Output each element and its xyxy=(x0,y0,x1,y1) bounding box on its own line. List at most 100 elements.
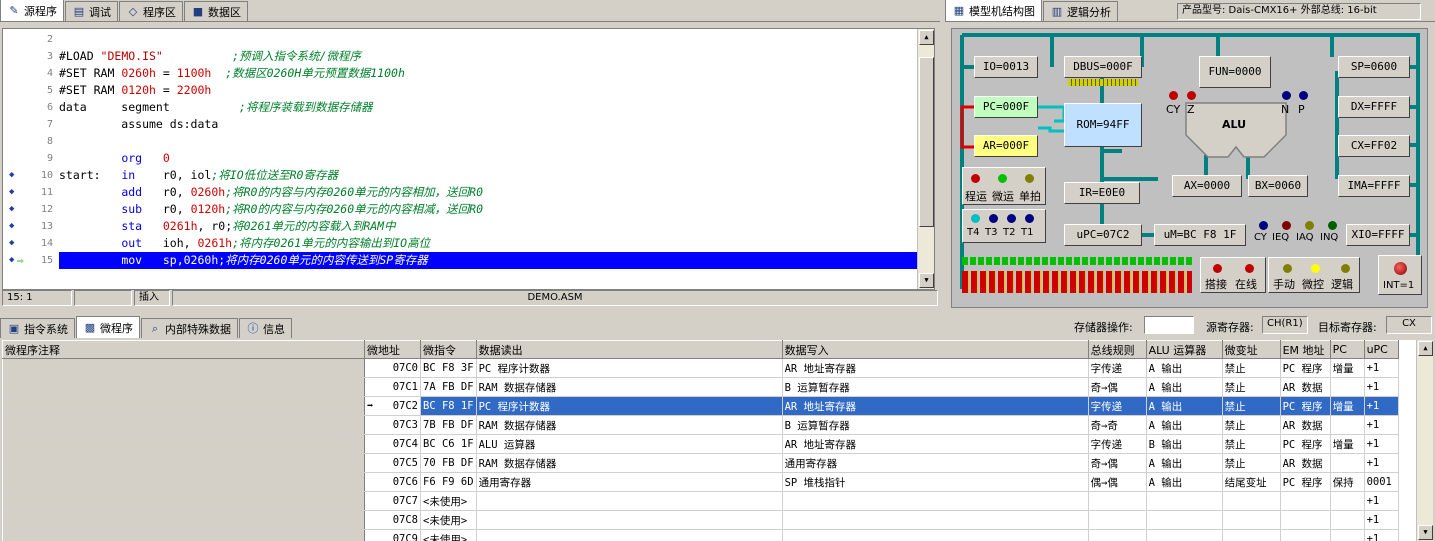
table-row[interactable]: 07C8 <未使用> +1 xyxy=(2,510,1399,530)
tab-program-area[interactable]: ◇ 程序区 xyxy=(119,1,183,21)
table-cell: 禁止 xyxy=(1222,434,1281,454)
table-row[interactable]: 07C9 <未使用> +1 xyxy=(2,529,1399,541)
reg-pc: PC=000F xyxy=(974,96,1038,118)
tab-instruction-set[interactable]: ▣ 指令系统 xyxy=(0,318,75,338)
scroll-up-icon[interactable]: ▲ xyxy=(919,30,934,45)
tab-source[interactable]: ✎ 源程序 xyxy=(0,0,64,21)
tab-model-diagram[interactable]: ▦ 模型机结构图 xyxy=(945,0,1042,21)
reg-cx: CX=FF02 xyxy=(1338,135,1410,157)
editor-scrollbar[interactable]: ▲ ▼ xyxy=(917,29,934,289)
tab-debug[interactable]: ▤ 调试 xyxy=(65,1,118,21)
table-cell: A 输出 xyxy=(1146,415,1223,435)
table-cell xyxy=(1330,491,1365,511)
code-line[interactable]: 13 ◆ sta 0261h, r0;将0261单元的内容载入到RAM中 xyxy=(3,218,919,235)
table-cell: F6 F9 6D xyxy=(420,472,477,492)
table-row[interactable]: 07C7 <未使用> +1 xyxy=(2,491,1399,511)
table-row[interactable]: 07C0 BC F8 3F PC 程序计数器 AR 地址寄存器 字传递 A 输出 禁止 PC … xyxy=(2,358,1399,378)
code-line[interactable]: 11 ◆ add r0, 0260h;将R0的内容与内存0260单元的内容相加，送… xyxy=(3,184,919,201)
code-line[interactable]: 7 assume ds:data xyxy=(3,116,919,133)
column-header[interactable]: uPC xyxy=(1363,340,1399,359)
table-row[interactable]: 07C5 70 FB DF RAM 数据存储器 通用寄存器 奇→偶 A 输出 禁止 AR 数据… xyxy=(2,453,1399,473)
code-line[interactable]: 8 xyxy=(3,133,919,150)
table-row[interactable]: 07C1 7A FB DF RAM 数据存储器 B 运算暂存器 奇→偶 A 输出 禁止 AR … xyxy=(2,377,1399,397)
column-header[interactable]: PC xyxy=(1329,340,1365,359)
code-line[interactable]: 12 ◆ sub r0, 0120h;将R0的内容与内存0260单元的内容相减，送… xyxy=(3,201,919,218)
table-row[interactable]: 07C6 F6 F9 6D 通用寄存器 SP 堆栈指针 偶→偶 A 输出 结尾变址 PC 程序… xyxy=(2,472,1399,492)
code-line[interactable]: 14 ◆ out ioh, 0261h;将内存0261单元的内容输出到IO高位 xyxy=(3,235,919,252)
table-cell xyxy=(476,510,783,530)
table-scroll-up-icon[interactable]: ▲ xyxy=(1418,341,1433,356)
tab-logic-analyzer[interactable]: ▥ 逻辑分析 xyxy=(1043,1,1118,21)
tab-label: 程序区 xyxy=(143,5,176,19)
tab-microprogram[interactable]: ▩ 微程序 xyxy=(76,316,140,338)
reg-bx: BX=0060 xyxy=(1248,175,1308,197)
code-line[interactable]: 10 ◆ start: in r0, iol;将IO低位送至R0寄存器 xyxy=(3,167,919,184)
code-text: #SET RAM 0260h = 1100h ;数据区0260H单元预置数据11… xyxy=(59,65,405,82)
table-cell: AR 数据 xyxy=(1280,415,1331,435)
scroll-down-icon[interactable]: ▼ xyxy=(919,273,934,288)
src-reg-label: 源寄存器: xyxy=(1206,321,1254,334)
breakpoint-marker-icon[interactable]: ◆ xyxy=(9,201,14,218)
tab-info[interactable]: ⓘ 信息 xyxy=(239,318,292,338)
code-line[interactable]: 3 #LOAD "DEMO.IS" ;预调入指令系统/微程序 xyxy=(3,48,919,65)
table-cell: 禁止 xyxy=(1222,415,1281,435)
table-cell xyxy=(2,510,365,530)
int-box[interactable]: INT=1 xyxy=(1378,255,1422,295)
switch-logic[interactable]: 逻辑 xyxy=(1331,276,1353,292)
column-header[interactable]: 数据读出 xyxy=(475,340,783,359)
code-line[interactable]: 4 #SET RAM 0260h = 1100h ;数据区0260H单元预置数据1… xyxy=(3,65,919,82)
column-header[interactable]: 微程序注释 xyxy=(2,340,365,359)
breakpoint-marker-icon[interactable]: ◆ xyxy=(9,235,14,252)
switch-online[interactable]: 在线 xyxy=(1235,276,1257,292)
microprogram-table[interactable]: 微程序注释 微地址 微指令 数据读出 数据写入 总线规则 ALU 运算器 微变址 EM 地址 PC… xyxy=(2,340,1416,541)
table-scrollbar[interactable]: ▲ ▼ xyxy=(1416,340,1433,541)
reg-rom: ROM=94FF xyxy=(1064,103,1142,147)
code-line[interactable]: 15 ◆ ⇨ mov sp,0260h;将内存0260单元的内容传送到SP寄存器 xyxy=(3,252,919,269)
switch-microcontrol[interactable]: 微控 xyxy=(1302,276,1324,292)
code-line[interactable]: 5 #SET RAM 0120h = 2200h xyxy=(3,82,919,99)
run-mode-0: 程运 xyxy=(965,190,987,203)
breakpoint-marker-icon[interactable]: ◆ xyxy=(9,252,14,269)
table-cell xyxy=(2,415,365,435)
table-cell: 偶→偶 xyxy=(1088,472,1147,492)
column-header[interactable]: 总线规则 xyxy=(1087,340,1147,359)
tab-data-area[interactable]: ■ 数据区 xyxy=(184,1,248,21)
table-cell xyxy=(1330,529,1365,541)
column-header[interactable]: 微指令 xyxy=(420,340,477,359)
table-cell: 07C9 xyxy=(364,529,421,541)
table-row[interactable]: 07C4 BC C6 1F ALU 运算器 AR 地址寄存器 字传递 B 输出 禁止 PC 程… xyxy=(2,434,1399,454)
table-cell: 0001 xyxy=(1364,472,1399,492)
switch-connect[interactable]: 搭接 xyxy=(1205,276,1227,292)
column-header[interactable]: ALU 运算器 xyxy=(1145,340,1223,359)
breakpoint-marker-icon[interactable]: ◆ xyxy=(9,184,14,201)
breakpoint-marker-icon[interactable]: ◆ xyxy=(9,218,14,235)
column-header[interactable]: 微地址 xyxy=(364,340,421,359)
table-scroll-down-icon[interactable]: ▼ xyxy=(1418,525,1433,540)
breakpoint-marker-icon[interactable]: ◆ xyxy=(9,167,14,184)
scroll-thumb[interactable] xyxy=(919,57,934,227)
table-cell xyxy=(2,358,365,378)
line-number: 4 xyxy=(46,68,53,79)
table-row[interactable]: ➡ 07C2 BC F8 1F PC 程序计数器 AR 地址寄存器 字传递 A 输出 禁止 PC… xyxy=(2,396,1399,416)
mem-op-label: 存储器操作: xyxy=(1074,321,1133,334)
column-header[interactable]: 数据写入 xyxy=(781,340,1089,359)
tab-special-data[interactable]: ⌕ 内部特殊数据 xyxy=(141,318,238,338)
table-row[interactable]: 07C3 7B FB DF RAM 数据存储器 B 运算暂存器 奇→奇 A 输出 禁止 AR … xyxy=(2,415,1399,435)
code-token: org xyxy=(121,151,143,165)
table-cell xyxy=(1088,510,1147,530)
code-line[interactable]: 6 data segment ;将程序装载到数据存储器 xyxy=(3,99,919,116)
reg-um: uM=BC F8 1F xyxy=(1154,224,1246,246)
code-editor[interactable]: 2 3 #LOAD "DEMO.IS" ;预调入指令系统/微程序 4 #SET RAM … xyxy=(2,28,935,290)
table-cell xyxy=(1222,491,1281,511)
code-line[interactable]: 9 org 0 xyxy=(3,150,919,167)
table-cell: 字传递 xyxy=(1088,396,1147,416)
table-cell: 奇→偶 xyxy=(1088,453,1147,473)
table-cell xyxy=(782,510,1089,530)
switch-manual[interactable]: 手动 xyxy=(1273,276,1295,292)
column-header[interactable]: EM 地址 xyxy=(1279,340,1331,359)
column-header[interactable]: 微变址 xyxy=(1221,340,1281,359)
code-line[interactable]: 2 xyxy=(3,31,919,48)
reg-ima: IMA=FFFF xyxy=(1338,175,1410,197)
